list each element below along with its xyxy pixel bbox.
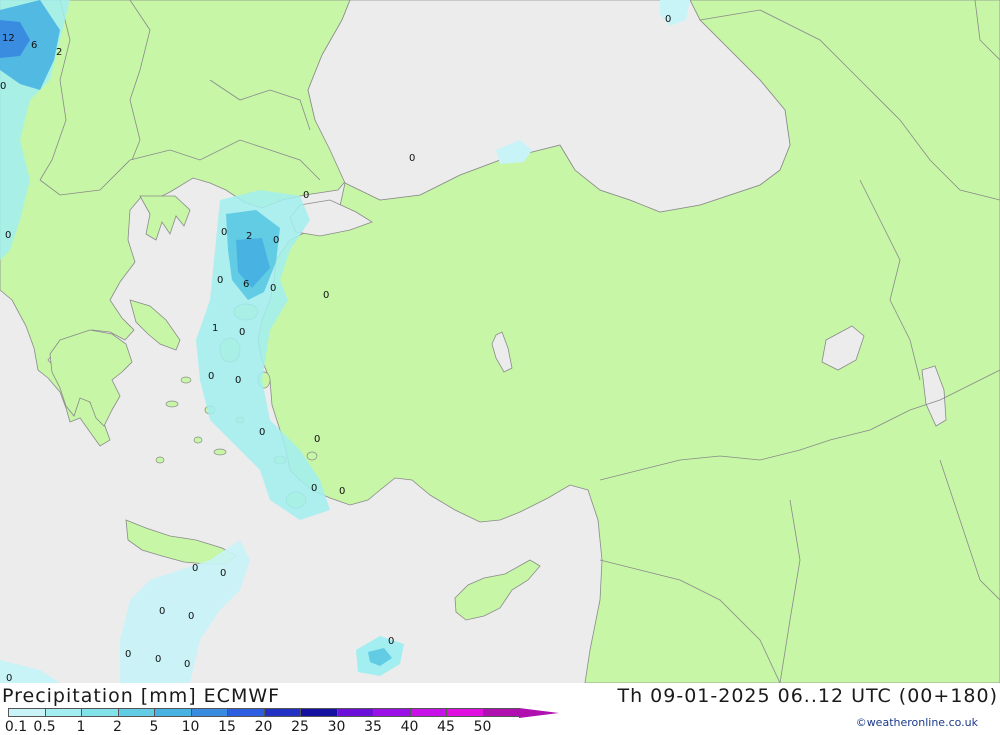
precip-value-label: 0 — [314, 434, 320, 445]
scale-swatch — [446, 708, 484, 717]
scale-swatch — [227, 708, 265, 717]
precip-value-label: 2 — [246, 231, 252, 242]
scale-swatch — [409, 708, 447, 717]
precip-value-label: 12 — [2, 33, 15, 44]
precip-value-label: 0 — [125, 649, 131, 660]
scale-arrow-icon — [519, 708, 559, 718]
credit-link[interactable]: ©weatheronline.co.uk — [856, 716, 978, 729]
precip-value-label: 0 — [192, 563, 198, 574]
precip-value-label: 0 — [155, 654, 161, 665]
precip-value-label: 0 — [159, 606, 165, 617]
precip-value-label: 0 — [339, 486, 345, 497]
precip-value-label: 0 — [665, 14, 671, 25]
scale-swatch — [154, 708, 192, 717]
precip-value-label: 0 — [184, 659, 190, 670]
scale-swatch — [300, 708, 338, 717]
precip-value-label: 0 — [259, 427, 265, 438]
precip-value-label: 0 — [188, 611, 194, 622]
scale-swatch — [44, 708, 82, 717]
precip-value-label: 0 — [5, 230, 11, 241]
precip-value-label: 6 — [31, 40, 37, 51]
scale-swatch — [336, 708, 374, 717]
precip-value-label: 6 — [243, 279, 249, 290]
precip-value-label: 1 — [212, 323, 218, 334]
precip-value-label: 0 — [6, 673, 12, 683]
precip-value-label: 0 — [0, 81, 6, 92]
precip-value-label: 0 — [409, 153, 415, 164]
precip-value-label: 0 — [311, 483, 317, 494]
precip-value-label: 0 — [217, 275, 223, 286]
precip-value-label: 0 — [323, 290, 329, 301]
scale-swatch — [117, 708, 155, 717]
precip-value-label: 0 — [235, 375, 241, 386]
precip-value-label: 0 — [208, 371, 214, 382]
precip-value-label: 0 — [273, 235, 279, 246]
scale-swatch — [8, 708, 46, 717]
scale-swatch — [190, 708, 228, 717]
scale-swatch — [263, 708, 301, 717]
map-title: Precipitation [mm] ECMWF — [2, 685, 281, 707]
scale-swatch — [373, 708, 411, 717]
precip-value-label: 0 — [388, 636, 394, 647]
precip-value-label: 0 — [270, 283, 276, 294]
precip-value-label: 0 — [220, 568, 226, 579]
precip-value-label: 0 — [303, 190, 309, 201]
precip-value-label: 2 — [56, 47, 62, 58]
precip-value-label: 0 — [239, 327, 245, 338]
precipitation-map: 12 6 2 0 0 0 0 0 0 2 0 0 6 0 0 1 0 0 0 0… — [0, 0, 1000, 683]
precip-value-label: 0 — [221, 227, 227, 238]
scale-swatch — [482, 708, 520, 717]
footer-legend-bar: Precipitation [mm] ECMWF Th 09-01-2025 0… — [0, 683, 1000, 735]
valid-time: Th 09-01-2025 06..12 UTC (00+180) — [617, 685, 998, 707]
scale-swatch — [81, 708, 119, 717]
